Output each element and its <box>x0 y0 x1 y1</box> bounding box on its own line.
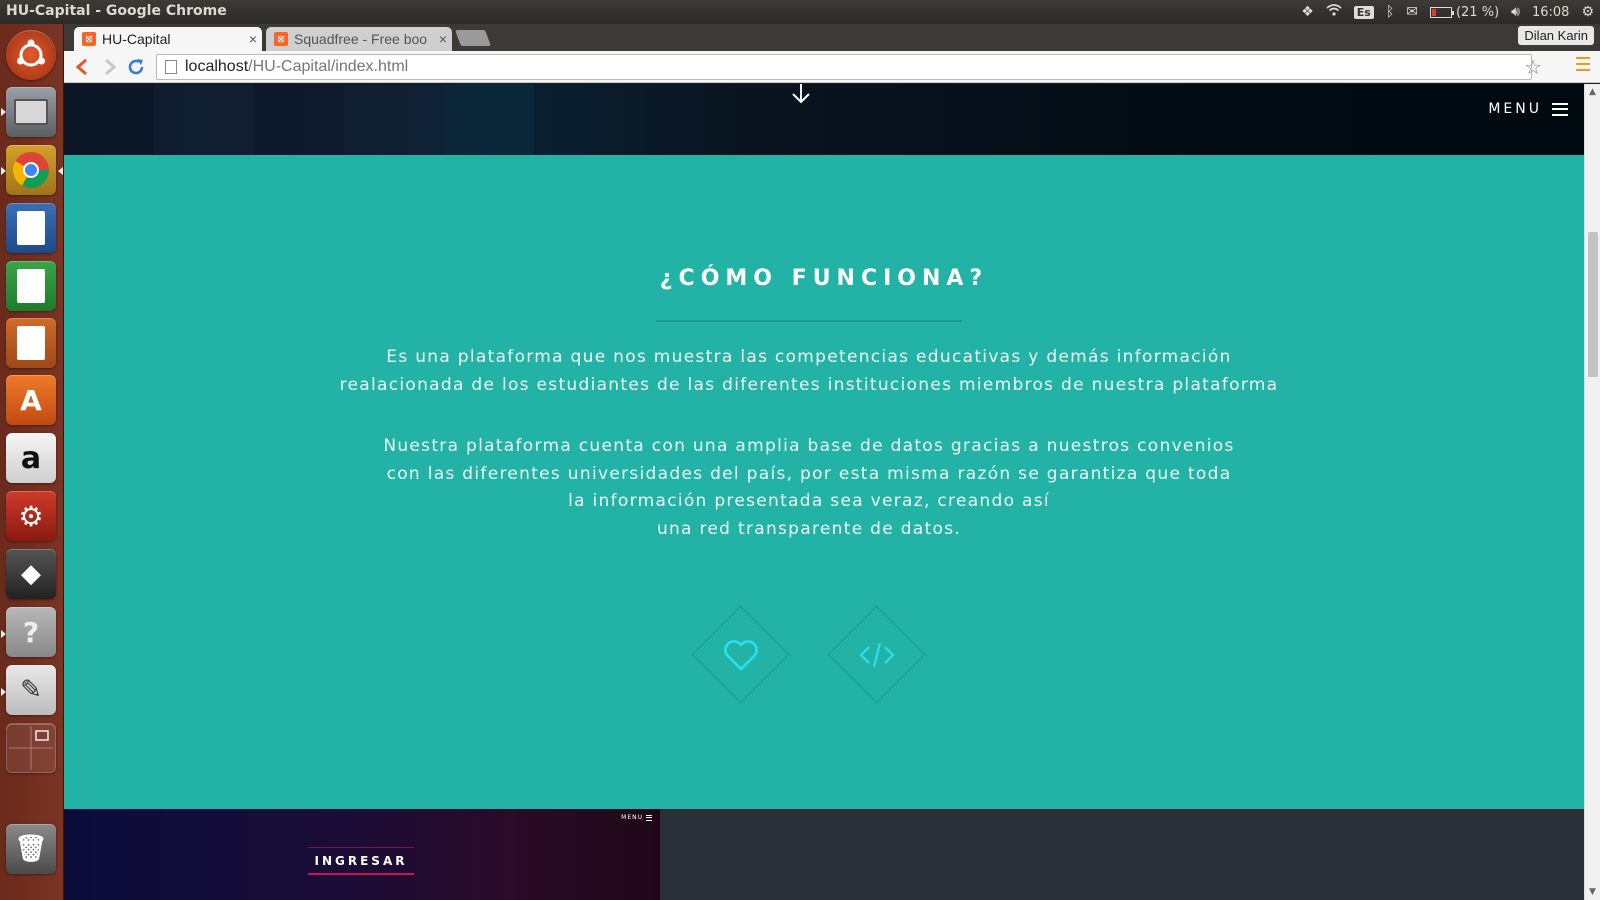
new-tab-button[interactable] <box>455 30 491 46</box>
chrome-icon[interactable] <box>6 145 56 195</box>
profile-badge[interactable]: Dilan Karin <box>1518 26 1594 45</box>
address-bar[interactable]: localhost/HU-Capital/index.html <box>156 54 1532 80</box>
inkscape-icon[interactable]: ◆ <box>6 549 56 599</box>
battery-percent: (21 %) <box>1455 4 1500 20</box>
scroll-down-arrow-icon[interactable] <box>790 84 812 110</box>
xampp-favicon-icon: ⊠ <box>82 32 96 46</box>
dropbox-icon[interactable]: ❖ <box>1301 4 1314 20</box>
chrome-menu-button[interactable] <box>1576 57 1590 71</box>
code-icon <box>857 635 897 675</box>
bluetooth-icon[interactable]: ᛒ <box>1386 4 1394 20</box>
xampp-favicon-icon: ⊠ <box>274 32 288 46</box>
battery-icon <box>1429 6 1454 18</box>
libreoffice-writer-icon[interactable] <box>6 203 56 253</box>
keyboard-layout-indicator[interactable]: Es <box>1353 5 1374 19</box>
page-scrollbar[interactable]: ▲ ▼ <box>1584 84 1600 900</box>
mail-icon[interactable]: ✉ <box>1406 4 1418 20</box>
trash-icon[interactable]: 🗑︎ <box>6 824 56 874</box>
preview-menu: MENU <box>621 814 652 821</box>
tab-close-icon[interactable]: × <box>434 31 452 47</box>
section-title: ¿CÓMO FUNCIONA? <box>659 266 989 291</box>
url-host: localhost <box>185 58 249 75</box>
software-center-icon[interactable]: A <box>6 375 56 425</box>
amazon-icon[interactable]: a <box>6 433 56 483</box>
tab-hu-capital[interactable]: ⊠ HU-Capital × <box>74 27 262 51</box>
window-title: HU-Capital - Google Chrome <box>6 3 227 19</box>
tab-squadfree[interactable]: ⊠ Squadfree - Free boo × <box>266 27 452 51</box>
libreoffice-impress-icon[interactable] <box>6 318 56 368</box>
details-line: con las diferentes universidades del paí… <box>386 463 1232 484</box>
details-line: una red transparente de datos. <box>656 518 962 539</box>
system-tray: ❖ Es ᛒ ✉ (21 %) 🔊︎ 16:08 ⚙ <box>1301 0 1594 24</box>
hamburger-icon <box>1552 102 1568 116</box>
section-divider <box>656 320 962 322</box>
volume-icon[interactable]: 🔊︎ <box>1511 4 1520 20</box>
workspace-switcher-icon[interactable] <box>6 723 56 773</box>
preview-menu-label: MENU <box>621 814 643 821</box>
files-icon[interactable] <box>6 87 56 137</box>
hamburger-icon <box>646 814 652 821</box>
url-path: /HU-Capital/index.html <box>248 58 409 75</box>
menu-label: MENU <box>1488 101 1542 117</box>
libreoffice-calc-icon[interactable] <box>6 261 56 311</box>
details-line: Nuestra plataforma cuenta con una amplia… <box>383 436 1235 456</box>
ingresar-button[interactable]: INGRESAR <box>308 847 414 875</box>
page-viewport: MENU ¿CÓMO FUNCIONA? Es una plataforma q… <box>64 84 1584 900</box>
system-top-panel: HU-Capital - Google Chrome ❖ Es ᛒ ✉ (21 … <box>0 0 1600 24</box>
intro-paragraph: Es una plataforma que nos muestra las co… <box>64 344 1554 399</box>
hero-bg-block <box>344 84 444 155</box>
portfolio-dark-panel <box>660 809 1584 900</box>
page-icon <box>165 60 177 74</box>
gear-icon[interactable]: ⚙ <box>1581 4 1594 20</box>
back-button[interactable] <box>70 55 94 79</box>
wifi-icon[interactable] <box>1326 4 1342 20</box>
intro-line: Es una plataforma que nos muestra las co… <box>386 347 1232 367</box>
hero-section-bottom: MENU <box>64 84 1584 155</box>
intro-line: realacionada de los estudiantes de las d… <box>339 374 1279 395</box>
portfolio-preview-tile[interactable]: MENU INGRESAR <box>64 809 660 900</box>
bookmark-star-icon[interactable]: ☆ <box>1524 55 1542 79</box>
scroll-up-arrow-icon[interactable]: ▲ <box>1589 87 1596 97</box>
battery-indicator[interactable]: (21 %) <box>1429 4 1500 20</box>
hero-bg-block <box>154 84 254 155</box>
hero-bg-block <box>444 84 534 155</box>
help-icon[interactable]: ? <box>6 607 56 657</box>
system-settings-icon[interactable]: ⚙ <box>6 491 56 541</box>
unity-launcher: A a ⚙ ◆ ? ✎ 🗑︎ <box>0 24 64 900</box>
browser-tab-strip: ⊠ HU-Capital × ⊠ Squadfree - Free boo × … <box>64 24 1600 51</box>
scroll-down-arrow-icon[interactable]: ▼ <box>1589 887 1596 897</box>
reload-button[interactable] <box>124 55 148 79</box>
details-line: la información presentada sea veraz, cre… <box>568 491 1050 511</box>
scrollbar-thumb[interactable] <box>1588 232 1598 377</box>
text-editor-icon[interactable]: ✎ <box>6 665 56 715</box>
clock[interactable]: 16:08 <box>1532 5 1569 20</box>
details-paragraph: Nuestra plataforma cuenta con una amplia… <box>64 433 1554 543</box>
menu-button[interactable]: MENU <box>1488 101 1568 117</box>
launcher-focused-pip <box>58 167 63 175</box>
browser-toolbar: localhost/HU-Capital/index.html ☆ <box>64 51 1600 83</box>
ubuntu-dash-icon[interactable] <box>6 30 56 80</box>
tab-close-icon[interactable]: × <box>244 31 262 47</box>
heart-icon <box>721 635 761 675</box>
forward-button[interactable] <box>98 55 122 79</box>
